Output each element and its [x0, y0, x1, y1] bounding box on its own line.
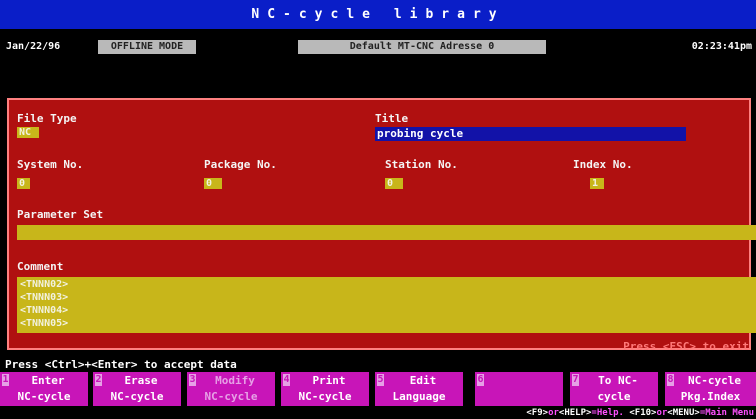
- function-key-bar: 1 Enter NC-cycle 2 Erase NC-cycle 3 Modi…: [0, 372, 756, 406]
- help-text: =Help.: [591, 408, 624, 418]
- fkey-number: 1: [2, 374, 9, 386]
- comment-line-2: <TNNN03>: [20, 292, 69, 303]
- package-no-field[interactable]: 0: [204, 178, 222, 189]
- fkey-label-line2: Pkg.Index: [680, 390, 741, 403]
- help-key: <HELP>: [558, 408, 592, 418]
- enter-nc-cycle-button[interactable]: 1 Enter NC-cycle: [0, 372, 88, 406]
- esc-hint: Press <ESC> to exit: [623, 340, 749, 353]
- fkey-label-line1: Modify: [215, 374, 255, 387]
- fkey-label-line2: NC-cycle: [110, 390, 164, 403]
- fkey-label-line1: Erase: [124, 374, 158, 387]
- fkey-label-line2: NC-cycle: [204, 390, 258, 403]
- fkey-label-line1: Print: [312, 374, 346, 387]
- system-no-field[interactable]: 0: [17, 178, 30, 189]
- title-bar: NC-cycle library: [0, 0, 756, 29]
- app-title: NC-cycle library: [251, 7, 505, 22]
- comment-line-4: <TNNN05>: [20, 318, 69, 329]
- parameter-set-field[interactable]: [17, 225, 756, 240]
- print-nc-cycle-button[interactable]: 4 Print NC-cycle: [281, 372, 369, 406]
- status-date: Jan/22/96: [6, 41, 61, 52]
- fkey-6-button[interactable]: 6: [475, 372, 563, 406]
- comment-line-3: <TNNN04>: [20, 305, 69, 316]
- file-type-field[interactable]: NC: [17, 127, 39, 138]
- cycle-form-panel: File Type NC Title probing cycle System …: [7, 98, 756, 353]
- comment-label: Comment: [17, 260, 64, 273]
- cnc-address: Default MT-CNC Adresse 0: [298, 40, 546, 54]
- menu-text: =Main Menu: [699, 408, 754, 418]
- file-type-label: File Type: [17, 112, 77, 125]
- f9-key: <F9>: [526, 408, 549, 418]
- title-label: Title: [375, 112, 409, 125]
- help-line: <F9>or<HELP>=Help. <F10>or<MENU>=Main Me…: [526, 408, 754, 419]
- package-no-label: Package No.: [204, 158, 277, 171]
- parameter-set-label: Parameter Set: [17, 208, 104, 221]
- fkey-label-line2: NC-cycle: [17, 390, 71, 403]
- status-clock: 02:23:41pm: [691, 41, 752, 52]
- edit-language-button[interactable]: 5 Edit Language: [375, 372, 463, 406]
- index-no-label: Index No.: [573, 158, 633, 171]
- help-or-1: or: [548, 408, 559, 418]
- fkey-label-line2: cycle: [597, 390, 631, 403]
- fkey-number: 4: [283, 374, 290, 386]
- fkey-label-line2: Language: [392, 390, 446, 403]
- modify-nc-cycle-button[interactable]: 3 Modify NC-cycle: [187, 372, 275, 406]
- help-or-2: or: [656, 408, 668, 418]
- fkey-number: 8: [667, 374, 674, 386]
- fkey-label-line2: NC-cycle: [298, 390, 352, 403]
- fkey-number: 5: [377, 374, 384, 386]
- title-field[interactable]: probing cycle: [375, 127, 686, 141]
- erase-nc-cycle-button[interactable]: 2 Erase NC-cycle: [93, 372, 181, 406]
- menu-key: <MENU>: [667, 408, 700, 418]
- f10-key: <F10>: [629, 408, 657, 418]
- nc-cycle-pkg-index-button[interactable]: 8 NC-cycle Pkg.Index: [665, 372, 756, 406]
- fkey-label-line1: To NC-: [598, 374, 638, 387]
- fkey-number: 3: [189, 374, 196, 386]
- fkey-label-line1: Edit: [409, 374, 437, 387]
- to-nc-cycle-button[interactable]: 7 To NC- cycle: [570, 372, 658, 406]
- fkey-label-line1: Enter: [31, 374, 65, 387]
- status-bar: Jan/22/96 OFFLINE MODE Default MT-CNC Ad…: [0, 40, 756, 55]
- system-no-label: System No.: [17, 158, 84, 171]
- fkey-label-line1: NC-cycle: [688, 374, 741, 387]
- comment-line-1: <TNNN02>: [20, 279, 69, 290]
- index-no-field[interactable]: 1: [590, 178, 604, 189]
- fkey-number: 7: [572, 374, 579, 386]
- fkey-number: 6: [477, 374, 484, 386]
- station-no-field[interactable]: 0: [385, 178, 403, 189]
- fkey-number: 2: [95, 374, 102, 386]
- station-no-label: Station No.: [385, 158, 458, 171]
- comment-field[interactable]: <TNNN02> <TNNN03> <TNNN04> <TNNN05>: [17, 277, 756, 333]
- mode-indicator: OFFLINE MODE: [98, 40, 196, 54]
- accept-hint: Press <Ctrl>+<Enter> to accept data: [5, 358, 237, 371]
